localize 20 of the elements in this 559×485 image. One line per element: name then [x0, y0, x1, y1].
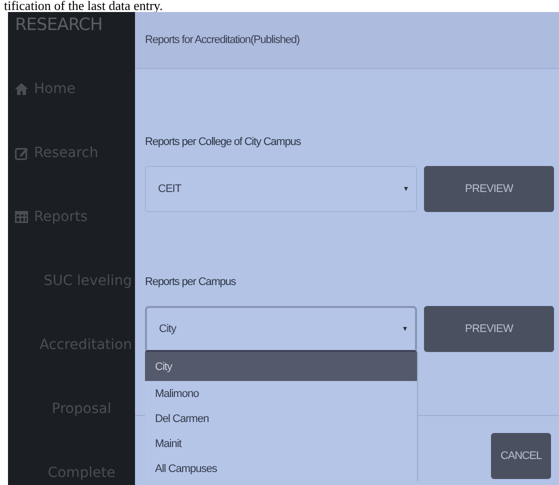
dropdown-option[interactable]: Malimono [145, 381, 417, 406]
caret-icon [404, 187, 408, 191]
edit-icon [15, 146, 28, 160]
select-field[interactable]: CEIT [145, 166, 417, 212]
preview-button[interactable]: PREVIEW [424, 306, 554, 352]
select-field[interactable]: City [145, 306, 417, 352]
field-label: Reports per Campus [145, 275, 237, 289]
field-label: Reports per College of City Campus [145, 135, 302, 149]
home-icon [15, 83, 28, 95]
dropdown-option[interactable]: Mainit [145, 431, 417, 456]
dropdown-option[interactable]: City [145, 352, 417, 381]
panel-title: Reports for Accreditation(Published) [145, 34, 300, 46]
app-brand: RESEARCH [14, 14, 104, 37]
dropdown-option[interactable]: All Campuses [145, 456, 417, 481]
table-icon [15, 211, 28, 223]
cancel-button[interactable]: CANCEL [491, 433, 551, 479]
document-text: tification of the last data entry. [3, 0, 164, 12]
dropdown-option[interactable]: Del Carmen [145, 406, 417, 431]
preview-button[interactable]: PREVIEW [424, 166, 554, 212]
caret-icon [403, 327, 407, 331]
